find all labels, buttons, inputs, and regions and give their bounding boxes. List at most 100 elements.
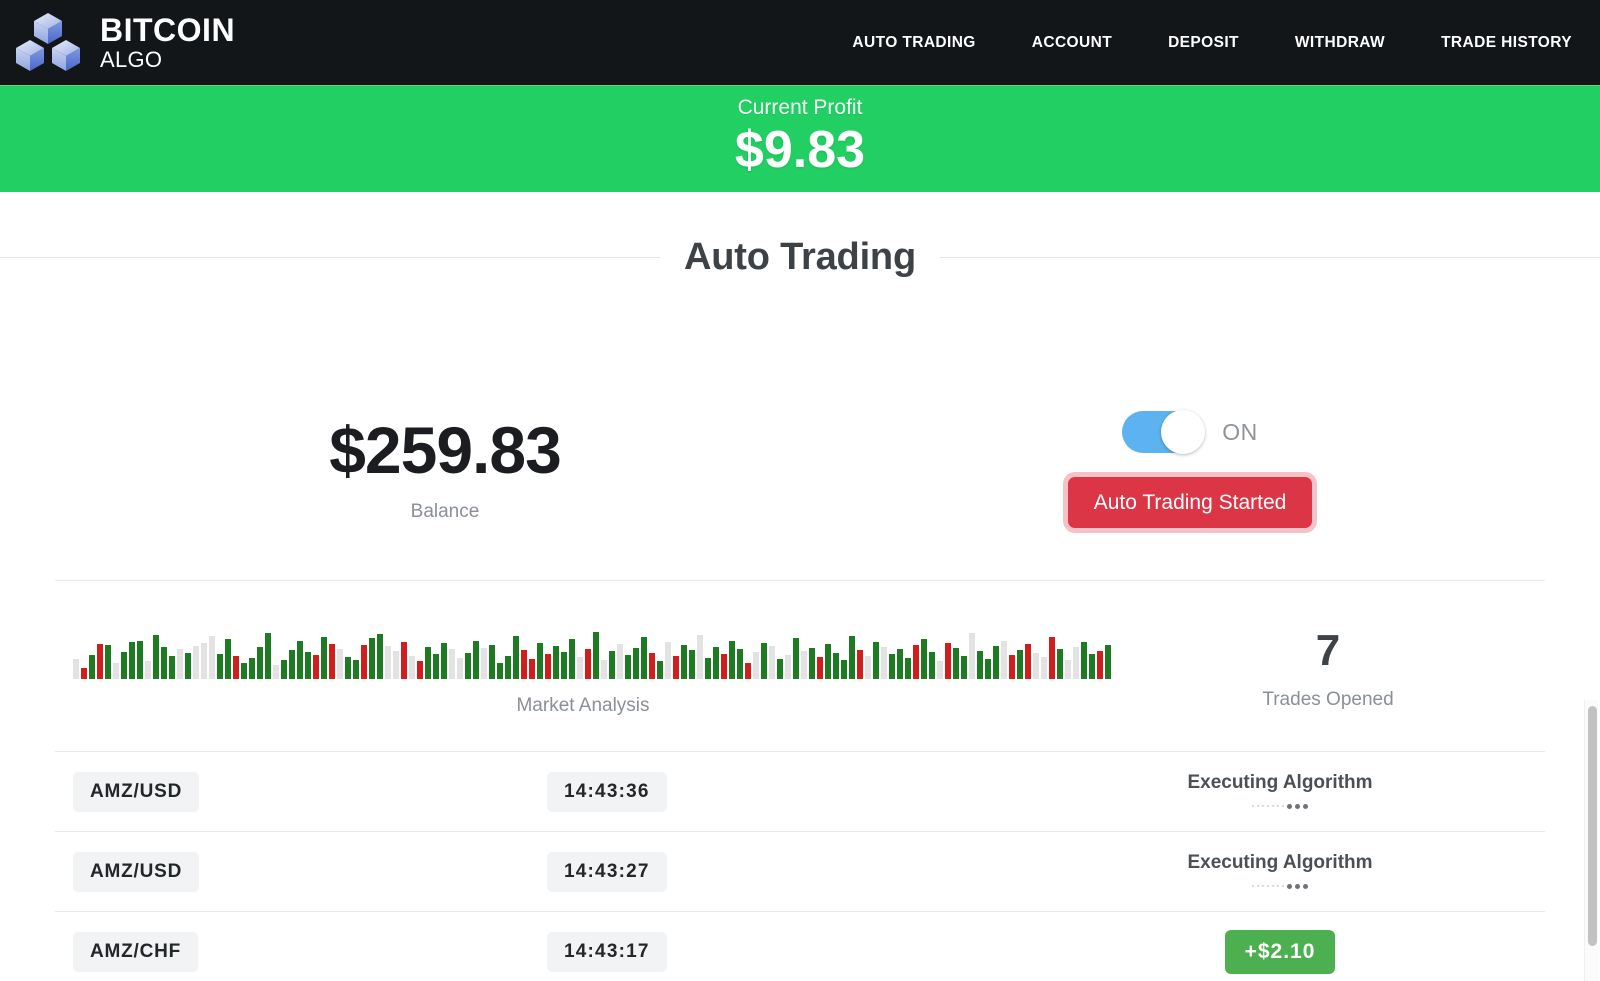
market-analysis-bar	[1097, 651, 1103, 680]
market-analysis-bar	[905, 658, 911, 680]
market-analysis-bar	[521, 650, 527, 680]
market-analysis-bar	[665, 642, 671, 680]
brand-title: BITCOIN	[100, 11, 236, 48]
market-analysis-bar	[537, 643, 543, 680]
market-analysis-bar	[633, 648, 639, 680]
market-analysis-bar	[217, 654, 223, 680]
current-profit-label: Current Profit	[737, 95, 863, 119]
market-analysis-bar	[1025, 644, 1031, 680]
market-analysis-bar	[977, 651, 983, 680]
loading-dots-icon	[1027, 881, 1533, 891]
market-analysis-bar	[465, 653, 471, 680]
market-analysis-bar	[257, 647, 263, 680]
brand-logo[interactable]: BITCOIN ALGO	[14, 12, 235, 74]
market-analysis-bar	[209, 636, 215, 680]
market-analysis-bar	[329, 644, 335, 680]
market-analysis-bar	[601, 660, 607, 680]
market-analysis-bar	[529, 659, 535, 680]
market-analysis-bar	[121, 652, 127, 680]
market-analysis-bar	[353, 660, 359, 680]
trade-time-cell: 14:43:27	[547, 851, 1027, 892]
toggle-knob	[1161, 410, 1206, 454]
market-analysis-bar	[457, 658, 463, 680]
balance-block: $259.83 Balance	[55, 415, 835, 523]
market-analysis-bar	[593, 632, 599, 680]
market-analysis-bar	[449, 649, 455, 680]
loading-dots-icon	[1027, 801, 1533, 811]
nav-item-withdraw[interactable]: WITHDRAW	[1295, 34, 1385, 52]
market-analysis-bar	[273, 665, 279, 680]
market-analysis-bar	[385, 646, 391, 680]
market-analysis-bar	[441, 643, 447, 680]
market-trades-row: Market Analysis 7 Trades Opened	[55, 581, 1545, 751]
table-row[interactable]: AMZ/USD 14:43:27 Executing Algorithm	[55, 831, 1545, 911]
market-analysis-bar	[657, 661, 663, 680]
market-analysis-bar	[129, 642, 135, 680]
market-analysis-bar	[305, 652, 311, 680]
nav-item-deposit[interactable]: DEPOSIT	[1168, 34, 1239, 52]
market-analysis-bar	[433, 654, 439, 680]
market-analysis-bar	[793, 638, 799, 680]
auto-trading-toggle[interactable]	[1122, 410, 1206, 454]
nav-item-auto-trading[interactable]: AUTO TRADING	[852, 34, 975, 52]
market-analysis-bar	[137, 641, 143, 680]
trade-status-label: Executing Algorithm	[1187, 852, 1373, 874]
market-analysis-bar	[313, 655, 319, 680]
vertical-scrollbar[interactable]	[1584, 700, 1598, 981]
market-analysis-bar	[617, 644, 623, 680]
main-nav: AUTO TRADING ACCOUNT DEPOSIT WITHDRAW TR…	[852, 34, 1572, 52]
trade-time: 14:43:27	[547, 851, 667, 892]
market-analysis-bar	[1033, 653, 1039, 680]
market-analysis-block: Market Analysis	[55, 623, 1111, 717]
nav-item-trade-history[interactable]: TRADE HISTORY	[1441, 34, 1572, 52]
top-navigation-bar: BITCOIN ALGO AUTO TRADING ACCOUNT DEPOSI…	[0, 0, 1600, 85]
scrollbar-thumb[interactable]	[1588, 706, 1597, 946]
market-analysis-bar	[849, 636, 855, 680]
market-analysis-bar	[161, 647, 167, 680]
market-analysis-bar	[369, 638, 375, 680]
market-analysis-bar	[929, 652, 935, 680]
market-analysis-bar	[89, 655, 95, 680]
trade-pair-cell: AMZ/CHF	[67, 931, 547, 972]
market-analysis-bar	[585, 649, 591, 680]
market-analysis-bar	[777, 659, 783, 680]
toggle-state-label: ON	[1222, 418, 1258, 445]
market-analysis-bar	[225, 639, 231, 680]
market-analysis-bar	[897, 649, 903, 680]
market-analysis-bar	[737, 649, 743, 680]
market-analysis-bar	[401, 642, 407, 680]
trade-status-cell: +$2.10	[1027, 929, 1533, 974]
brand-text: BITCOIN ALGO	[100, 11, 236, 72]
page-title: Auto Trading	[684, 236, 916, 278]
market-analysis-bar	[513, 636, 519, 680]
market-analysis-bar	[913, 645, 919, 680]
table-row[interactable]: AMZ/USD 14:43:36 Executing Algorithm	[55, 751, 1545, 831]
title-rule-left	[0, 257, 661, 258]
market-analysis-bar	[177, 649, 183, 680]
market-analysis-bar	[561, 652, 567, 680]
market-analysis-bar	[649, 653, 655, 680]
market-analysis-bar	[297, 641, 303, 680]
page-root: BITCOIN ALGO AUTO TRADING ACCOUNT DEPOSI…	[0, 0, 1600, 981]
market-analysis-bar	[921, 639, 927, 680]
market-analysis-bar	[689, 650, 695, 680]
market-analysis-bar	[833, 653, 839, 680]
market-analysis-bar	[569, 639, 575, 680]
market-analysis-bar	[697, 635, 703, 680]
table-row[interactable]: AMZ/CHF 14:43:17 +$2.10	[55, 911, 1545, 981]
nav-item-account[interactable]: ACCOUNT	[1032, 34, 1112, 52]
trade-profit-badge: +$2.10	[1224, 929, 1336, 974]
trade-time: 14:43:17	[547, 931, 667, 972]
market-analysis-bar	[1001, 641, 1007, 680]
market-analysis-bar	[545, 654, 551, 680]
balance-controls-row: $259.83 Balance ON Auto Trading Started	[55, 410, 1545, 529]
market-analysis-bar	[481, 648, 487, 680]
auto-trading-status-button[interactable]: Auto Trading Started	[1067, 477, 1313, 529]
market-analysis-bar	[393, 651, 399, 680]
market-analysis-bar	[233, 656, 239, 680]
market-analysis-bar	[809, 648, 815, 680]
market-analysis-bar	[361, 645, 367, 680]
trade-status-cell: Executing Algorithm	[1027, 852, 1533, 891]
market-analysis-bar	[873, 642, 879, 680]
trade-pair-cell: AMZ/USD	[67, 771, 547, 812]
